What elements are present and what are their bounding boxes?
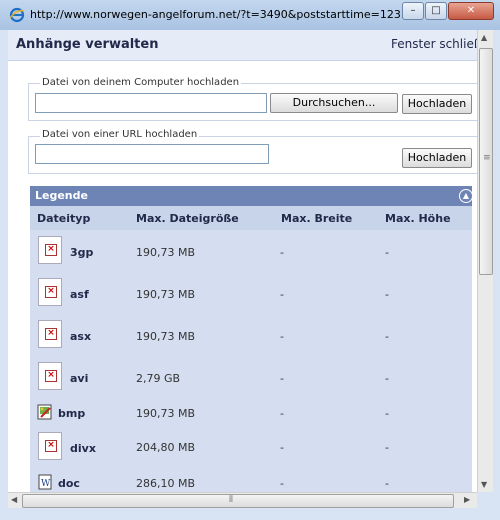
close-window-button[interactable]: ✕: [448, 2, 494, 20]
file-type: asf: [70, 288, 89, 301]
file-max-width: -: [280, 246, 284, 259]
file-path-input[interactable]: [35, 93, 267, 113]
legend-column-headers: Dateityp Max. Dateigröße Max. Breite Max…: [30, 206, 472, 230]
svg-text:W: W: [41, 479, 51, 489]
file-max-width: -: [280, 441, 284, 454]
file-max-size: 190,73 MB: [136, 288, 196, 301]
file-max-height: -: [385, 407, 389, 420]
page-header: Anhänge verwalten Fenster schließ: [8, 30, 477, 61]
legend-title: Legende: [35, 189, 88, 202]
legend-table-body: × 3gp 190,73 MB - - × asf 190,73 MB - - …: [30, 230, 472, 492]
minimize-button[interactable]: –: [402, 2, 424, 20]
file-max-width: -: [280, 372, 284, 385]
upload-url-button[interactable]: Hochladen: [402, 148, 472, 168]
file-max-size: 190,73 MB: [136, 407, 196, 420]
grip-icon: ⦀: [229, 495, 233, 505]
file-max-size: 2,79 GB: [136, 372, 181, 385]
scroll-up-arrow-icon[interactable]: ▲: [481, 33, 487, 42]
file-max-size: 190,73 MB: [136, 246, 196, 259]
scroll-down-arrow-icon[interactable]: ▼: [481, 480, 487, 489]
file-max-height: -: [385, 477, 389, 490]
maximize-button[interactable]: □: [425, 2, 447, 20]
file-type: asx: [70, 330, 92, 343]
scroll-right-arrow-icon[interactable]: ▶: [464, 495, 470, 504]
window-url: http://www.norwegen-angelforum.net/?t=34…: [30, 8, 412, 21]
document-file-icon: W: [38, 474, 52, 490]
scroll-left-arrow-icon[interactable]: ◀: [11, 495, 17, 504]
file-max-width: -: [280, 330, 284, 343]
horizontal-scroll-thumb[interactable]: ⦀: [22, 494, 454, 508]
missing-image-icon: ×: [38, 236, 62, 264]
horizontal-scrollbar[interactable]: ◀ ⦀ ▶: [8, 492, 477, 508]
column-dateityp: Dateityp: [37, 212, 91, 225]
file-type: 3gp: [70, 246, 94, 259]
file-max-size: 286,10 MB: [136, 477, 196, 490]
upload-computer-button[interactable]: Hochladen: [402, 94, 472, 114]
file-max-height: -: [385, 330, 389, 343]
column-max-hoehe: Max. Höhe: [385, 212, 451, 225]
missing-image-icon: ×: [38, 362, 62, 390]
file-max-size: 204,80 MB: [136, 441, 196, 454]
missing-image-icon: ×: [38, 320, 62, 348]
window-titlebar: http://www.norwegen-angelforum.net/?t=34…: [0, 0, 500, 31]
file-max-height: -: [385, 372, 389, 385]
file-max-width: -: [280, 477, 284, 490]
file-max-height: -: [385, 441, 389, 454]
page-content: Anhänge verwalten Fenster schließ Datei …: [8, 30, 477, 492]
column-max-dateigroesse: Max. Dateigröße: [136, 212, 239, 225]
upload-url-legend: Datei von einer URL hochladen: [40, 129, 200, 140]
close-window-link[interactable]: Fenster schließ: [391, 37, 477, 51]
internet-explorer-icon: [9, 7, 25, 23]
file-max-height: -: [385, 288, 389, 301]
file-max-height: -: [385, 246, 389, 259]
page-title: Anhänge verwalten: [16, 37, 159, 52]
file-type: avi: [70, 372, 89, 385]
vertical-scroll-thumb[interactable]: ≡: [479, 48, 493, 275]
grip-icon: ≡: [483, 153, 491, 163]
missing-image-icon: ×: [38, 278, 62, 306]
paint-file-icon: [37, 404, 52, 420]
legend-header: Legende ▲: [30, 186, 473, 206]
vertical-scrollbar[interactable]: ▲ ≡ ▼: [477, 30, 493, 492]
file-max-width: -: [280, 288, 284, 301]
window-frame: Anhänge verwalten Fenster schließ Datei …: [0, 30, 500, 520]
file-type: doc: [58, 477, 80, 490]
file-type: divx: [70, 442, 96, 455]
collapse-icon[interactable]: ▲: [459, 189, 473, 203]
upload-computer-legend: Datei von deinem Computer hochladen: [40, 77, 242, 88]
url-input[interactable]: [35, 144, 269, 164]
missing-image-icon: ×: [38, 432, 62, 460]
browse-button[interactable]: Durchsuchen...: [270, 93, 398, 113]
file-type: bmp: [58, 407, 86, 420]
column-max-breite: Max. Breite: [281, 212, 353, 225]
file-max-size: 190,73 MB: [136, 330, 196, 343]
file-max-width: -: [280, 407, 284, 420]
